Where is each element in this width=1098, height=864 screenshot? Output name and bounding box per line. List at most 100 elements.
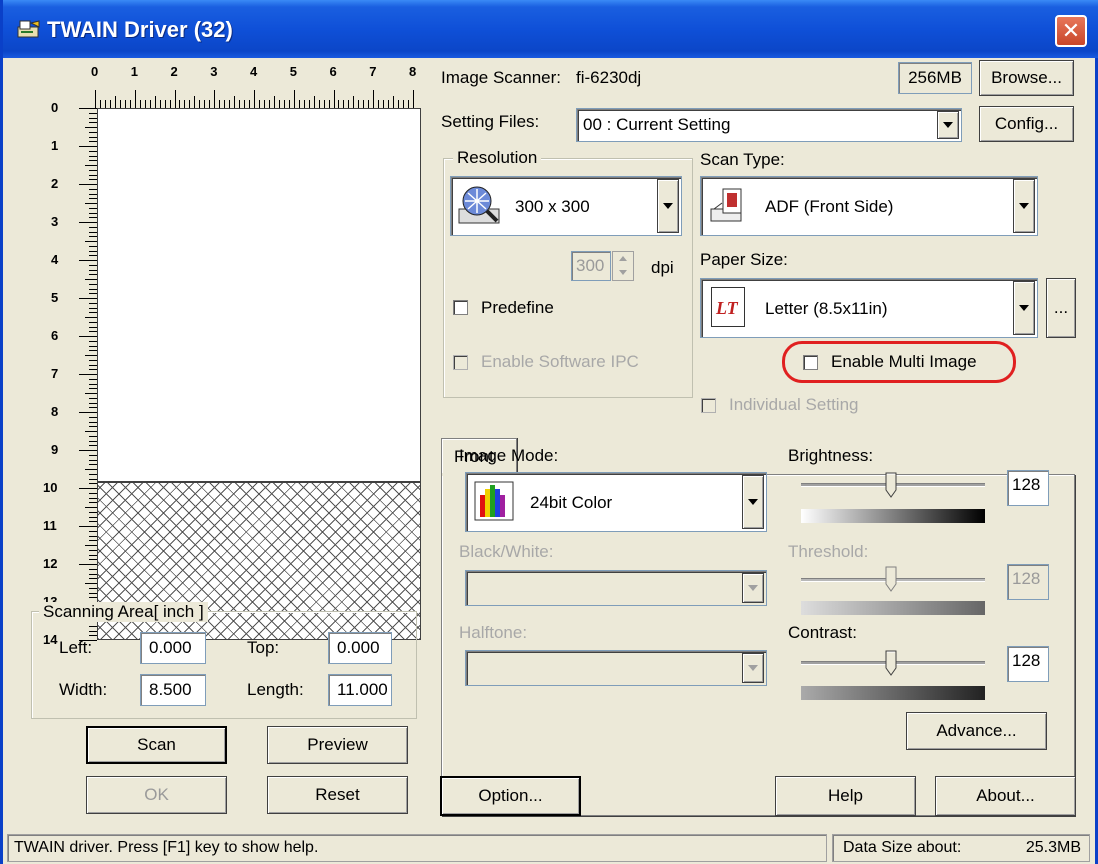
ruler-v-label: 12 bbox=[43, 556, 58, 571]
ruler-v-tick bbox=[89, 383, 97, 385]
individual-setting-checkbox[interactable] bbox=[701, 398, 716, 413]
dpi-spinner[interactable] bbox=[612, 251, 634, 281]
close-button[interactable]: ✕ bbox=[1055, 15, 1087, 47]
width-field[interactable]: 8.500 bbox=[140, 674, 206, 706]
ruler-v-tick bbox=[89, 331, 97, 333]
advance-button[interactable]: Advance... bbox=[906, 712, 1047, 750]
ruler-v-tick bbox=[85, 127, 97, 128]
scan-type-combo[interactable]: ADF (Front Side) bbox=[700, 176, 1038, 236]
image-mode-value: 24bit Color bbox=[530, 493, 613, 512]
scan-type-dropdown[interactable] bbox=[1013, 179, 1035, 233]
resolution-title: Resolution bbox=[453, 148, 542, 168]
contrast-thumb[interactable] bbox=[885, 650, 897, 676]
ruler-v-tick bbox=[85, 241, 97, 242]
help-button[interactable]: Help bbox=[775, 776, 916, 816]
contrast-field[interactable]: 128 bbox=[1007, 646, 1049, 682]
ruler-v-tick bbox=[89, 521, 97, 523]
setting-files-combo[interactable]: 00 : Current Setting bbox=[576, 108, 962, 142]
dpi-field[interactable]: 300 bbox=[571, 251, 611, 281]
halftone-dropdown[interactable] bbox=[742, 653, 764, 683]
ok-button[interactable]: OK bbox=[86, 776, 227, 814]
ruler-v-tick bbox=[89, 345, 97, 347]
ruler-h-label: 5 bbox=[289, 64, 297, 79]
paper-size-combo[interactable]: LT Letter (8.5x11in) bbox=[700, 278, 1038, 338]
paper-size-more-button[interactable]: ... bbox=[1046, 278, 1076, 338]
software-ipc-label: Enable Software IPC bbox=[481, 352, 639, 371]
ruler-v-label: 4 bbox=[51, 252, 59, 267]
ruler-v-tick bbox=[89, 179, 97, 181]
config-button[interactable]: Config... bbox=[979, 106, 1074, 142]
ruler-v-tick bbox=[89, 169, 97, 171]
ruler-v-tick bbox=[89, 293, 97, 295]
ruler-v-tick bbox=[89, 554, 97, 556]
threshold-thumb[interactable] bbox=[885, 566, 897, 592]
ruler-h-tick bbox=[214, 90, 216, 108]
ruler-h-tick bbox=[408, 100, 410, 108]
top-field[interactable]: 0.000 bbox=[328, 632, 392, 664]
ruler-v-tick bbox=[85, 469, 97, 470]
ruler-h-tick bbox=[199, 100, 201, 108]
black-white-dropdown[interactable] bbox=[742, 573, 764, 603]
option-button[interactable]: Option... bbox=[440, 776, 581, 816]
setting-files-label: Setting Files: bbox=[441, 112, 540, 131]
paper-size-label: Paper Size: bbox=[700, 250, 788, 269]
image-mode-combo[interactable]: 24bit Color bbox=[465, 472, 767, 532]
predefine-checkbox[interactable] bbox=[453, 300, 468, 315]
brightness-thumb[interactable] bbox=[885, 472, 897, 498]
client-area: 012345678 01234567891011121314 Scanning … bbox=[3, 58, 1095, 864]
halftone-combo[interactable] bbox=[465, 650, 767, 686]
ruler-v-tick bbox=[79, 450, 97, 451]
paper-size-dropdown[interactable] bbox=[1013, 281, 1035, 335]
software-ipc-checkbox[interactable] bbox=[453, 355, 468, 370]
ruler-v-tick bbox=[89, 141, 97, 143]
length-field[interactable]: 11.000 bbox=[328, 674, 392, 706]
brightness-gradient bbox=[801, 509, 985, 523]
left-field[interactable]: 0.000 bbox=[140, 632, 206, 664]
brightness-field[interactable]: 128 bbox=[1007, 470, 1049, 506]
ruler-v-tick bbox=[89, 369, 97, 371]
preview-canvas[interactable] bbox=[97, 108, 421, 640]
image-mode-dropdown[interactable] bbox=[742, 475, 764, 529]
ruler-v-tick bbox=[89, 573, 97, 575]
ruler-v-label: 7 bbox=[51, 366, 59, 381]
dpi-unit: dpi bbox=[651, 258, 674, 277]
reset-button[interactable]: Reset bbox=[267, 776, 408, 814]
black-white-combo[interactable] bbox=[465, 570, 767, 606]
left-label: Left: bbox=[59, 638, 93, 657]
ruler-v-tick bbox=[79, 260, 97, 261]
ruler-v-tick bbox=[89, 288, 97, 290]
resolution-dropdown[interactable] bbox=[657, 179, 679, 233]
browse-button[interactable]: Browse... bbox=[979, 60, 1074, 96]
ruler-v-tick bbox=[89, 459, 97, 461]
title-bar[interactable]: TWAIN Driver (32) ✕ bbox=[3, 0, 1098, 58]
ruler-h-tick bbox=[124, 100, 126, 108]
ruler-v-tick bbox=[85, 583, 97, 584]
ruler-h-label: 1 bbox=[130, 64, 138, 79]
ruler-v-tick bbox=[85, 507, 97, 508]
ruler-v-tick bbox=[89, 250, 97, 252]
resolution-combo[interactable]: 300 x 300 bbox=[450, 176, 682, 236]
preview-button[interactable]: Preview bbox=[267, 726, 408, 764]
ruler-v-tick bbox=[89, 388, 97, 390]
ruler-h-tick bbox=[104, 100, 106, 108]
width-label: Width: bbox=[59, 680, 108, 699]
ruler-v-label: 1 bbox=[51, 138, 59, 153]
ruler-h-label: 2 bbox=[170, 64, 178, 79]
contrast-gradient bbox=[801, 686, 985, 700]
about-button[interactable]: About... bbox=[935, 776, 1076, 816]
scan-button[interactable]: Scan bbox=[86, 726, 227, 764]
status-bar: TWAIN driver. Press [F1] key to show hel… bbox=[3, 826, 1095, 864]
ruler-h-tick bbox=[338, 100, 340, 108]
length-label: Length: bbox=[247, 680, 304, 699]
ruler-v-tick bbox=[89, 188, 97, 190]
ruler-v-tick bbox=[89, 540, 97, 542]
ruler-v-tick bbox=[89, 497, 97, 499]
ruler-v-tick bbox=[79, 564, 97, 565]
ruler-v-tick bbox=[89, 231, 97, 233]
ruler-v-tick bbox=[89, 131, 97, 133]
ruler-h-tick bbox=[398, 100, 400, 108]
setting-files-dropdown[interactable] bbox=[937, 111, 959, 139]
ruler-h-tick bbox=[293, 90, 295, 108]
threshold-field[interactable]: 128 bbox=[1007, 564, 1049, 600]
ruler-v-tick bbox=[89, 198, 97, 200]
